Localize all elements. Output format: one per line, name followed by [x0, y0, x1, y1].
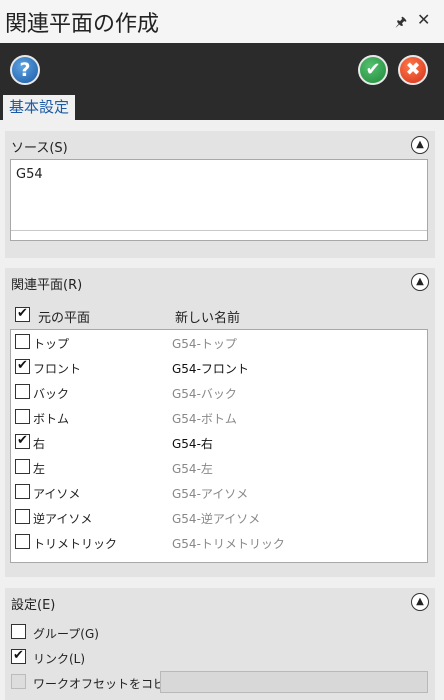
source-header: ソース(S) ▲ [5, 131, 435, 157]
plane-new-name[interactable]: G54-逆アイソメ [172, 510, 260, 527]
plane-checkbox[interactable] [15, 484, 30, 499]
chevron-up-icon: ▲ [416, 596, 424, 607]
link-label: リンク(L) [33, 652, 86, 666]
plane-name: 右 [33, 437, 46, 451]
plane-row[interactable]: 逆アイソメ G54-逆アイソメ [11, 505, 427, 530]
chevron-up-icon: ▲ [416, 276, 424, 287]
collapse-source-button[interactable]: ▲ [411, 136, 429, 154]
plane-row[interactable]: アイソメ G54-アイソメ [11, 480, 427, 505]
plane-checkbox[interactable] [15, 409, 30, 424]
planes-title: 関連平面(R) [11, 278, 83, 293]
tab-basic-settings[interactable]: 基本設定 [3, 95, 76, 120]
plane-row[interactable]: トリメトリック G54-トリメトリック [11, 530, 427, 555]
chevron-up-icon: ▲ [416, 139, 424, 150]
plane-row[interactable]: バック G54-バック [11, 380, 427, 405]
plane-new-name[interactable]: G54-ボトム [172, 410, 237, 427]
plane-name: ボトム [33, 412, 70, 426]
help-button[interactable]: ? [10, 55, 40, 85]
plane-row[interactable]: ✔ 右 G54-右 [11, 430, 427, 455]
settings-section: 設定(E) ▲ グループ(G) ✔ リンク(L) ワークオフセットをコピー(C) [5, 588, 435, 700]
planes-list: トップ G54-トップ ✔ フロント G54-フロント バック G54-バック ボトム G54-… [10, 329, 428, 563]
plane-row[interactable]: ✔ フロント G54-フロント [11, 355, 427, 380]
plane-checkbox[interactable]: ✔ [15, 434, 30, 449]
ok-button[interactable]: ✔ [358, 55, 388, 85]
source-title: ソース(S) [11, 141, 68, 156]
source-list[interactable]: G54 [10, 159, 428, 241]
plane-name: トップ [33, 337, 70, 351]
link-checkbox[interactable]: ✔ [11, 649, 26, 664]
plane-new-name[interactable]: G54-アイソメ [172, 485, 248, 502]
cancel-button[interactable]: ✖ [398, 55, 428, 85]
plane-name: 逆アイソメ [33, 512, 93, 526]
planes-list-header: ✔ 元の平面 新しい名前 [15, 306, 425, 326]
plane-checkbox[interactable] [15, 459, 30, 474]
close-icon[interactable]: ✕ [417, 10, 430, 29]
plane-checkbox[interactable] [15, 384, 30, 399]
group-label: グループ(G) [33, 627, 99, 641]
plane-new-name[interactable]: G54-左 [172, 460, 213, 477]
settings-header: 設定(E) ▲ [5, 588, 435, 614]
select-all-checkbox[interactable]: ✔ [15, 307, 30, 322]
plane-new-name[interactable]: G54-トップ [172, 335, 237, 352]
toolbar: ? ✔ ✖ 基本設定 [0, 43, 444, 120]
copy-offset-field [160, 671, 428, 693]
title-bar: 関連平面の作成 🖈︎ ✕ [0, 0, 444, 43]
plane-row[interactable]: ボトム G54-ボトム [11, 405, 427, 430]
source-section: ソース(S) ▲ G54 [5, 131, 435, 258]
checkmark-icon: ✔ [365, 59, 381, 80]
group-checkbox[interactable] [11, 624, 26, 639]
column-new-name: 新しい名前 [175, 311, 241, 326]
plane-row[interactable]: 左 G54-左 [11, 455, 427, 480]
plane-row[interactable]: トップ G54-トップ [11, 330, 427, 355]
copy-offset-checkbox [11, 674, 26, 689]
settings-title: 設定(E) [11, 598, 56, 613]
collapse-planes-button[interactable]: ▲ [411, 273, 429, 291]
collapse-settings-button[interactable]: ▲ [411, 593, 429, 611]
source-divider [11, 230, 427, 231]
plane-checkbox[interactable]: ✔ [15, 359, 30, 374]
plane-checkbox[interactable] [15, 334, 30, 349]
plane-new-name[interactable]: G54-トリメトリック [172, 535, 285, 552]
plane-name: アイソメ [33, 487, 81, 501]
plane-checkbox[interactable] [15, 509, 30, 524]
plane-name: バック [33, 387, 70, 401]
question-icon: ? [19, 59, 31, 81]
plane-new-name[interactable]: G54-バック [172, 385, 237, 402]
plane-new-name[interactable]: G54-フロント [172, 360, 249, 377]
planes-section: 関連平面(R) ▲ ✔ 元の平面 新しい名前 トップ G54-トップ ✔ フロント G5… [5, 268, 435, 577]
window-title: 関連平面の作成 [5, 12, 160, 37]
planes-header: 関連平面(R) ▲ [5, 268, 435, 294]
plane-name: フロント [33, 362, 82, 376]
column-original-plane: 元の平面 [38, 311, 91, 326]
plane-name: トリメトリック [33, 537, 118, 551]
cross-icon: ✖ [405, 59, 421, 80]
source-item[interactable]: G54 [16, 167, 43, 182]
plane-checkbox[interactable] [15, 534, 30, 549]
plane-name: 左 [33, 462, 46, 476]
pin-icon[interactable]: 🖈︎ [395, 13, 407, 35]
plane-new-name[interactable]: G54-右 [172, 435, 213, 452]
